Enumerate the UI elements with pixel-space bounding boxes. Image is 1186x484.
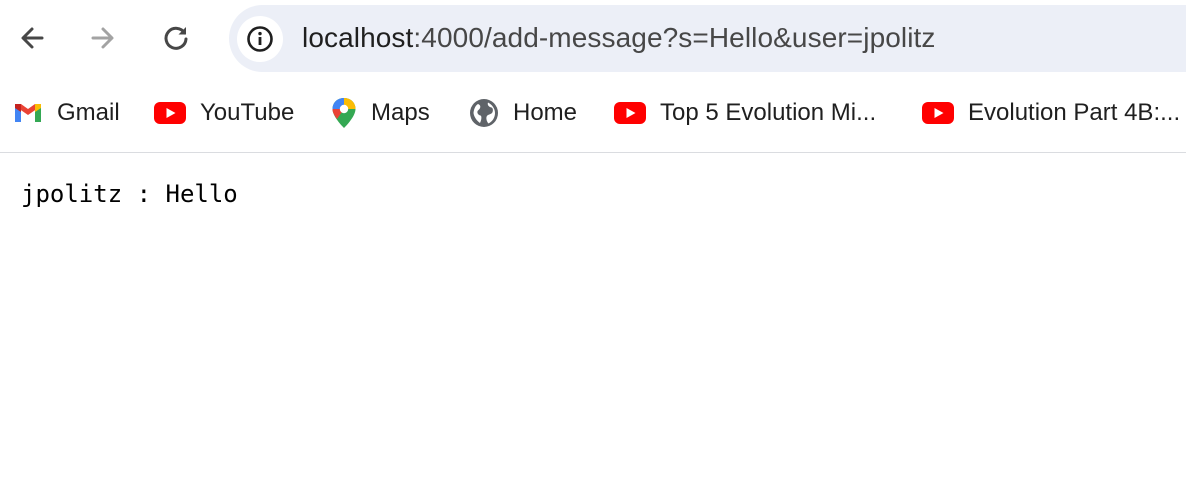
bookmark-label: YouTube xyxy=(200,99,295,126)
bookmark-top-5-evolution[interactable]: Top 5 Evolution Mi... xyxy=(614,96,876,130)
browser-toolbar: localhost:4000/add-message?s=Hello&user=… xyxy=(0,0,1186,78)
bookmark-maps[interactable]: Maps xyxy=(331,96,430,130)
bookmark-home[interactable]: Home xyxy=(469,96,577,130)
bookmark-label: Evolution Part 4B:... xyxy=(968,99,1181,126)
arrow-right-icon xyxy=(91,27,114,49)
reload-button[interactable] xyxy=(154,16,198,60)
bookmarks-bar: Gmail YouTube Maps Home Top 5 Evolution … xyxy=(0,78,1186,153)
gmail-icon xyxy=(13,102,43,124)
bookmark-gmail[interactable]: Gmail xyxy=(13,96,120,130)
bookmark-evolution-part-4b[interactable]: Evolution Part 4B:... xyxy=(922,96,1180,130)
message-text: jpolitz : Hello xyxy=(21,180,238,208)
youtube-icon xyxy=(922,102,954,124)
url-text[interactable]: localhost:4000/add-message?s=Hello&user=… xyxy=(302,22,936,54)
site-info-button[interactable] xyxy=(237,16,283,62)
url-host: localhost xyxy=(302,22,414,53)
url-path: :4000/add-message?s=Hello&user=jpolitz xyxy=(413,22,936,53)
reload-icon xyxy=(164,26,188,50)
bookmark-label: Home xyxy=(513,99,578,126)
bookmark-youtube[interactable]: YouTube xyxy=(154,96,294,130)
forward-button[interactable] xyxy=(81,16,125,60)
maps-icon xyxy=(331,97,357,129)
globe-icon xyxy=(469,98,499,128)
bookmark-label: Gmail xyxy=(57,99,120,126)
back-button[interactable] xyxy=(10,16,54,60)
info-icon xyxy=(247,26,273,52)
bookmark-label: Top 5 Evolution Mi... xyxy=(660,99,877,126)
address-bar[interactable]: localhost:4000/add-message?s=Hello&user=… xyxy=(229,5,1186,72)
youtube-icon xyxy=(614,102,646,124)
bookmark-label: Maps xyxy=(371,99,430,126)
arrow-left-icon xyxy=(21,27,44,49)
youtube-icon xyxy=(154,102,186,124)
